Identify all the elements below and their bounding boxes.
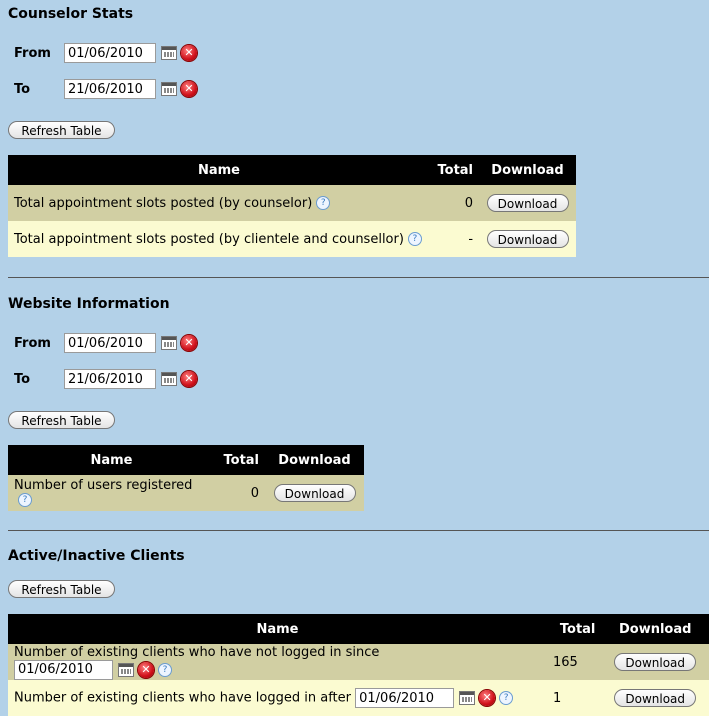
counselor-stats-title: Counselor Stats [8, 6, 134, 22]
since-date-input[interactable] [14, 659, 113, 680]
table-row: Total appointment slots posted (by clien… [8, 221, 576, 257]
row-name: Number of users registered? [8, 475, 215, 511]
website-to-row: To ✕ [14, 369, 197, 389]
counselor-to-input[interactable] [64, 79, 156, 99]
to-label: To [14, 371, 31, 387]
row-total: 0 [430, 185, 480, 221]
row-name: Total appointment slots posted (by clien… [8, 221, 430, 257]
help-icon[interactable]: ? [18, 493, 32, 507]
active-clients-table: Name Total Download Number of existing c… [8, 614, 709, 716]
calendar-icon[interactable] [161, 372, 177, 386]
row-total: 165 [547, 644, 602, 680]
clear-icon[interactable]: ✕ [181, 335, 197, 351]
row-total: 0 [215, 475, 266, 511]
row-total: 1 [547, 680, 602, 716]
from-label: From [14, 45, 51, 61]
website-info-title: Website Information [8, 296, 170, 312]
table-row: Number of existing clients who have not … [8, 644, 709, 680]
clear-icon[interactable]: ✕ [181, 45, 197, 61]
table-row: Number of existing clients who have logg… [8, 680, 709, 716]
help-icon[interactable]: ? [499, 691, 514, 705]
website-from-input[interactable] [64, 333, 156, 353]
section-divider [8, 530, 709, 531]
to-label: To [14, 81, 31, 97]
calendar-icon[interactable] [161, 336, 177, 350]
header-download: Download [265, 445, 364, 475]
row-name: Number of existing clients who have not … [8, 644, 547, 680]
section-divider [8, 277, 709, 278]
row-name: Total appointment slots posted (by couns… [8, 185, 430, 221]
clear-icon[interactable]: ✕ [138, 661, 154, 678]
website-to-input[interactable] [64, 369, 156, 389]
clear-icon[interactable]: ✕ [181, 81, 197, 97]
header-total: Total [547, 614, 602, 644]
table-row: Total appointment slots posted (by couns… [8, 185, 576, 221]
counselor-from-input[interactable] [64, 43, 156, 63]
refresh-table-button[interactable]: Refresh Table [8, 121, 115, 139]
header-total: Total [215, 445, 266, 475]
calendar-icon[interactable] [118, 662, 134, 677]
help-icon[interactable]: ? [158, 662, 172, 677]
counselor-stats-table: Name Total Download Total appointment sl… [8, 155, 576, 257]
row-name: Number of existing clients who have logg… [8, 680, 547, 716]
refresh-table-button[interactable]: Refresh Table [8, 411, 115, 429]
calendar-icon[interactable] [161, 82, 177, 96]
download-button[interactable]: Download [486, 230, 569, 248]
header-total: Total [430, 155, 480, 185]
website-info-table: Name Total Download Number of users regi… [8, 445, 364, 511]
clear-icon[interactable]: ✕ [479, 690, 496, 706]
header-name: Name [8, 614, 547, 644]
after-date-input[interactable] [355, 688, 455, 708]
counselor-to-row: To ✕ [14, 79, 197, 99]
download-button[interactable]: Download [614, 653, 697, 671]
from-label: From [14, 335, 51, 351]
clear-icon[interactable]: ✕ [181, 371, 197, 387]
website-from-row: From ✕ [14, 333, 197, 353]
header-name: Name [8, 445, 215, 475]
download-button[interactable]: Download [273, 484, 356, 502]
active-clients-title: Active/Inactive Clients [8, 548, 185, 564]
header-name: Name [8, 155, 430, 185]
table-row: Number of users registered? 0 Download [8, 475, 364, 511]
download-button[interactable]: Download [486, 194, 569, 212]
refresh-table-button[interactable]: Refresh Table [8, 580, 115, 598]
calendar-icon[interactable] [459, 691, 476, 705]
counselor-from-row: From ✕ [14, 43, 197, 63]
download-button[interactable]: Download [614, 689, 697, 707]
header-download: Download [479, 155, 576, 185]
header-download: Download [601, 614, 709, 644]
help-icon[interactable]: ? [407, 231, 422, 246]
calendar-icon[interactable] [161, 46, 177, 60]
row-total: - [430, 221, 480, 257]
help-icon[interactable]: ? [316, 195, 331, 210]
